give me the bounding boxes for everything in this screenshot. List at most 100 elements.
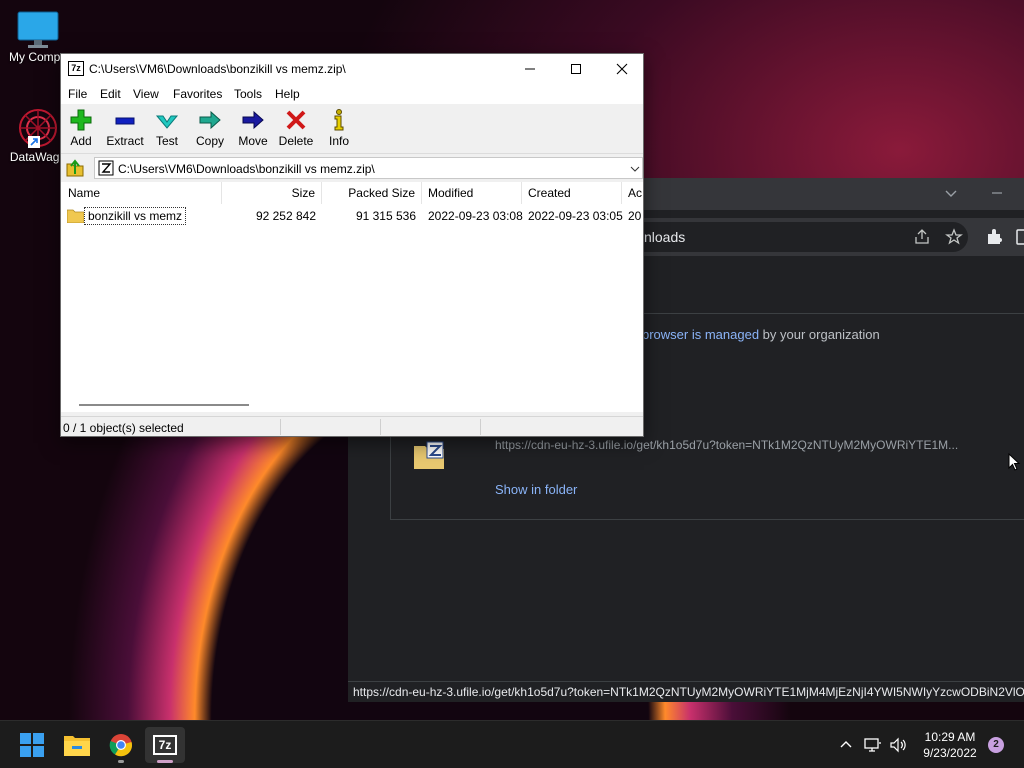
path-text: C:\Users\VM6\Downloads\bonzikill vs memz… [118,162,375,176]
delete-button[interactable]: Delete [278,108,314,148]
running-indicator [118,760,124,763]
extract-button[interactable]: Extract [106,108,144,148]
menu-tools[interactable]: Tools [234,87,262,101]
check-icon [155,115,179,129]
side-panel-icon[interactable] [1016,228,1024,246]
file-created: 2022-09-23 03:05 [528,209,623,223]
copy-button[interactable]: Copy [195,108,225,148]
folder-up-icon[interactable] [66,159,84,177]
move-label: Move [238,134,268,148]
minimize-icon [525,68,535,70]
test-button[interactable]: Test [155,108,179,148]
start-button[interactable] [12,727,52,763]
download-url[interactable]: https://cdn-eu-hz-3.ufile.io/get/kh1o5d7… [495,438,958,452]
table-row[interactable]: bonzikill vs memz 92 252 842 91 315 536 … [61,206,643,226]
window-title: C:\Users\VM6\Downloads\bonzikill vs memz… [89,62,346,76]
7zip-icon: 7z [153,735,177,755]
menu-file[interactable]: File [68,87,87,101]
extract-label: Extract [106,134,144,148]
divider [480,419,481,435]
status-text: 0 / 1 object(s) selected [63,421,184,435]
show-in-folder-link[interactable]: Show in folder [495,482,577,497]
clock-time: 10:29 AM [924,730,976,744]
chevron-down-icon[interactable] [630,164,640,174]
path-bar: C:\Users\VM6\Downloads\bonzikill vs memz… [61,155,643,181]
7zip-logo-icon: 7z [68,61,84,76]
menu-edit[interactable]: Edit [100,87,121,101]
file-name: bonzikill vs memz [84,207,187,225]
info-label: Info [328,134,349,148]
file-size: 92 252 842 [255,209,316,223]
test-label: Test [155,134,178,148]
zip-archive-icon [98,160,114,176]
start-icon [20,733,44,757]
chevron-down-icon[interactable] [944,186,958,200]
star-icon[interactable] [945,228,963,246]
close-icon [616,63,628,75]
folder-icon [67,209,84,223]
info-button[interactable]: Info [327,108,351,148]
file-explorer-button[interactable] [57,727,97,763]
column-header-size[interactable]: Size [222,182,322,204]
7zip-window[interactable]: 7z C:\Users\VM6\Downloads\bonzikill vs m… [60,53,644,437]
network-icon[interactable] [864,737,882,753]
file-list[interactable]: Name Size Packed Size Modified Created A… [61,182,643,412]
volume-icon[interactable] [889,737,907,753]
minus-icon [115,117,135,125]
minimize-button[interactable] [507,54,553,84]
column-header-modified[interactable]: Modified [422,182,522,204]
taskbar: 7z 10:29 AM 9/23/2022 2 [0,720,1024,768]
window-titlebar[interactable]: 7z C:\Users\VM6\Downloads\bonzikill vs m… [61,54,643,84]
mouse-cursor-icon [1008,453,1021,471]
menu-help[interactable]: Help [275,87,300,101]
horizontal-scrollbar[interactable] [79,404,249,406]
notification-badge[interactable]: 2 [988,737,1004,753]
copy-label: Copy [195,134,224,148]
chevron-up-icon[interactable] [839,738,853,752]
maximize-icon [571,64,581,74]
menu-favorites[interactable]: Favorites [173,87,222,101]
copy-arrow-icon [199,110,221,130]
managed-notice: browser is managed by your organization [642,327,880,342]
delete-label: Delete [278,134,314,148]
move-button[interactable]: Move [237,108,269,148]
file-packed-size: 91 315 536 [355,209,416,223]
chrome-button[interactable] [101,727,141,763]
address-text: nloads [644,229,686,245]
menu-view[interactable]: View [133,87,159,101]
extensions-icon[interactable] [985,228,1003,246]
menu-bar: File Edit View Favorites Tools Help [61,84,643,104]
move-arrow-icon [242,110,264,130]
file-explorer-icon [64,736,90,756]
7zip-taskbar-button[interactable]: 7z [145,727,185,763]
download-item: https://cdn-eu-hz-3.ufile.io/get/kh1o5d7… [390,436,1024,520]
zip-file-icon [414,441,444,469]
toolbar: Add Extract Test Copy Move Delete Info [61,104,643,154]
column-header-accessed[interactable]: Ac [622,182,643,204]
maximize-button[interactable] [553,54,599,84]
column-header-created[interactable]: Created [522,182,622,204]
divider [380,419,381,435]
add-label: Add [70,134,92,148]
info-icon [334,109,344,131]
datawagon-icon [19,109,57,148]
close-button[interactable] [599,54,645,84]
divider [280,419,281,435]
path-combobox[interactable]: C:\Users\VM6\Downloads\bonzikill vs memz… [94,157,643,179]
link-status-bubble: https://cdn-eu-hz-3.ufile.io/get/kh1o5d7… [348,681,1024,701]
delete-x-icon [286,110,306,130]
managed-text: by your organization [759,327,880,342]
column-header-packed-size[interactable]: Packed Size [322,182,422,204]
clock-date: 9/23/2022 [923,746,977,760]
status-bar: 0 / 1 object(s) selected [61,416,643,436]
file-accessed: 20 [628,209,642,223]
managed-link[interactable]: browser is managed [642,327,759,342]
add-button[interactable]: Add [69,108,93,148]
active-indicator [157,760,173,763]
monitor-icon [17,11,59,48]
clock[interactable]: 10:29 AM 9/23/2022 [916,729,984,761]
plus-icon [70,109,92,131]
minimize-icon[interactable] [990,186,1004,200]
share-icon[interactable] [913,228,931,246]
column-header-name[interactable]: Name [61,182,222,204]
